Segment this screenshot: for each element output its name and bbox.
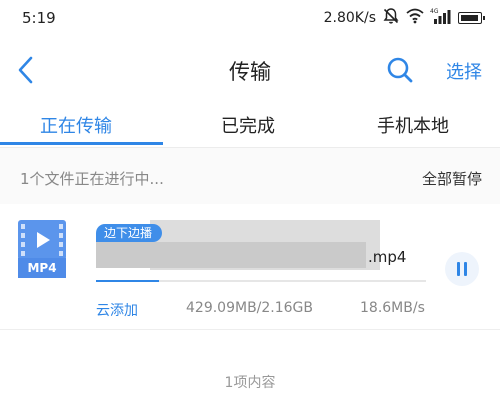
file-type-label: MP4 [18,258,66,278]
active-tab-indicator [0,142,163,145]
status-time: 5:19 [22,9,56,27]
tab-bar: 正在传输 已完成 手机本地 [0,100,500,148]
transfer-section-header: 1个文件正在进行中... 全部暂停 [0,148,500,204]
blurred-filename-line [96,242,366,268]
video-file-icon: MP4 [18,220,66,278]
chevron-left-icon [18,56,33,84]
tab-phone-local[interactable]: 手机本地 [377,112,449,138]
progress-bar [96,280,426,282]
page-title: 传输 [229,60,271,84]
pause-icon [457,262,467,276]
wifi-icon [406,8,424,28]
progress-fill [96,280,159,282]
transfer-size: 429.09MB/2.16GB [186,300,314,316]
transfer-speed: 18.6MB/s [360,300,425,316]
pause-all-button[interactable]: 全部暂停 [422,168,482,189]
status-bar: 5:19 2.80K/s 4G [0,0,500,36]
item-count: 1项内容 [224,375,276,391]
mute-icon [382,7,400,29]
svg-text:4G: 4G [430,8,439,15]
back-button[interactable] [12,52,42,88]
transfer-item[interactable]: MP4 边下边播 .mp4 云添加 429.09MB/2.16GB 18.6MB… [0,204,500,330]
network-speed: 2.80K/s [323,10,376,26]
select-button[interactable]: 选择 [446,58,482,84]
status-indicators: 2.80K/s 4G [323,7,485,29]
search-icon [387,57,413,83]
stream-badge: 边下边播 [96,224,163,242]
file-name-extension: .mp4 [368,248,407,266]
pause-button[interactable] [445,252,479,286]
signal-4g-icon: 4G [430,7,452,29]
transfer-status-text: 1个文件正在进行中... [20,170,164,188]
transfer-source: 云添加 [96,303,138,319]
header: 传输 选择 [0,42,500,100]
battery-icon [458,12,485,24]
tab-in-progress[interactable]: 正在传输 [40,112,112,138]
tab-completed[interactable]: 已完成 [221,112,275,138]
search-button[interactable] [384,54,416,86]
